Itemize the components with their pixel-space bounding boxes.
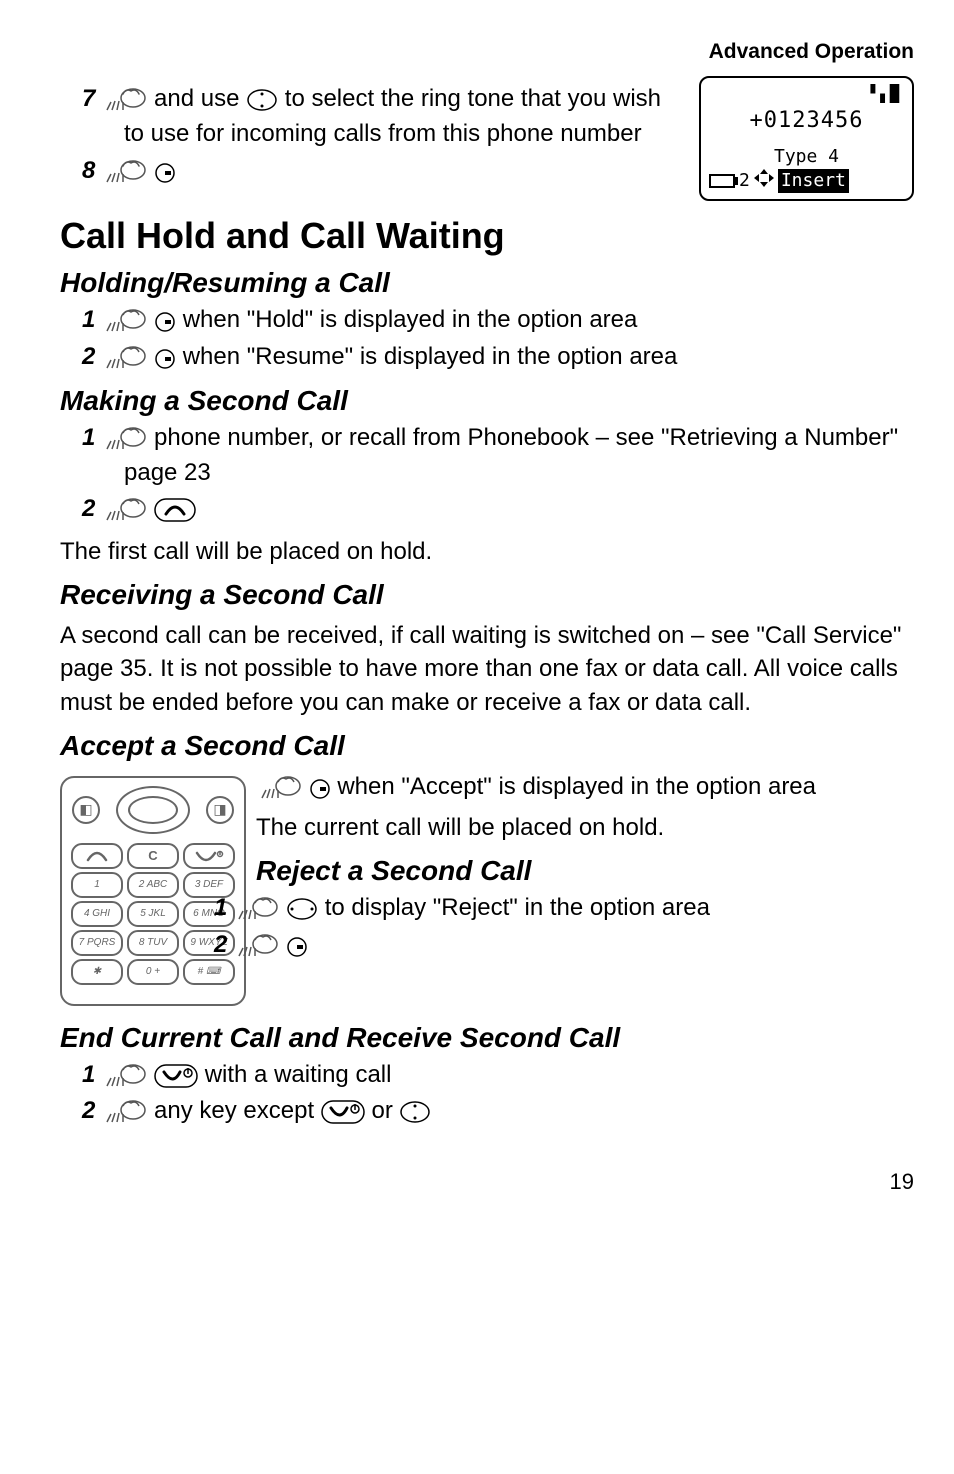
holding-step-1: 1 when "Hold" is displayed in the option… [82,303,914,338]
page-title: Call Hold and Call Waiting [60,215,914,257]
battery-icon [709,174,735,188]
making-step-1: 1 phone number, or recall from Phonebook… [82,421,914,491]
call-key-icon [154,495,196,522]
end-key-icon [321,1097,365,1124]
call-key-icon [71,843,123,869]
key-8: 8 TUV [127,930,179,956]
key-4: 4 GHI [71,901,123,927]
screen-type-label: Type 4 [709,145,904,168]
signal-icon: ▝▗▐▌ [865,84,904,103]
hand-press-icon [105,495,147,522]
screen-number: +0123456 [709,107,904,136]
phone-screen-inset: ▝▗▐▌ +0123456 Type 4 2 Insert [699,76,914,201]
insert-label: Insert [778,169,849,192]
softkey-right-icon [154,343,176,370]
hand-press-icon [105,343,147,370]
receiving-para: A second call can be received, if call w… [60,619,914,720]
softkey-right-icon: ◨ [206,796,234,824]
softkey-right-icon [309,773,331,800]
screen-bottom-num: 2 [739,169,750,192]
hand-press-icon [105,85,147,112]
softkey-right-icon [286,931,308,958]
making-step-2: 2 [82,492,914,527]
end-step-1: 1 with a waiting call [82,1058,914,1093]
key-5: 5 JKL [127,901,179,927]
hand-press-icon [237,931,279,958]
section-header: Advanced Operation [60,40,914,64]
nav-oval-leftright-icon [286,894,318,921]
subheading-holding: Holding/Resuming a Call [60,267,914,299]
hand-press-icon [260,773,302,800]
softkey-right-icon [154,306,176,333]
accept-line: when "Accept" is displayed in the option… [260,770,914,804]
end-step-2: 2 any key except or [82,1094,914,1129]
hand-press-icon [105,1097,147,1124]
nav-arrows-icon [754,169,774,193]
key-hash: # ⌨ [183,959,235,985]
subheading-receiving: Receiving a Second Call [60,579,914,611]
end-key-icon [183,843,235,869]
hand-press-icon [105,1061,147,1088]
hand-press-icon [105,157,147,184]
hand-press-icon [105,306,147,333]
subheading-making: Making a Second Call [60,385,914,417]
clear-key: C [127,843,179,869]
page-number: 19 [60,1169,914,1195]
softkey-right-icon [154,157,176,184]
key-7: 7 PQRS [71,930,123,956]
key-star: ✱ [71,959,123,985]
nav-oval-updown-icon [246,85,278,112]
softkey-left-icon: ◧ [72,796,100,824]
hand-press-icon [237,894,279,921]
key-1: 1 [71,872,123,898]
nav-oval-updown-icon [399,1097,431,1124]
end-key-icon [154,1061,198,1088]
subheading-accept: Accept a Second Call [60,730,914,762]
nav-ring-icon [116,786,190,834]
key-2: 2 ABC [127,872,179,898]
hand-press-icon [105,424,147,451]
making-after-text: The first call will be placed on hold. [60,535,914,569]
subheading-end-current: End Current Call and Receive Second Call [60,1022,914,1054]
holding-step-2: 2 when "Resume" is displayed in the opti… [82,340,914,375]
key-0: 0 + [127,959,179,985]
